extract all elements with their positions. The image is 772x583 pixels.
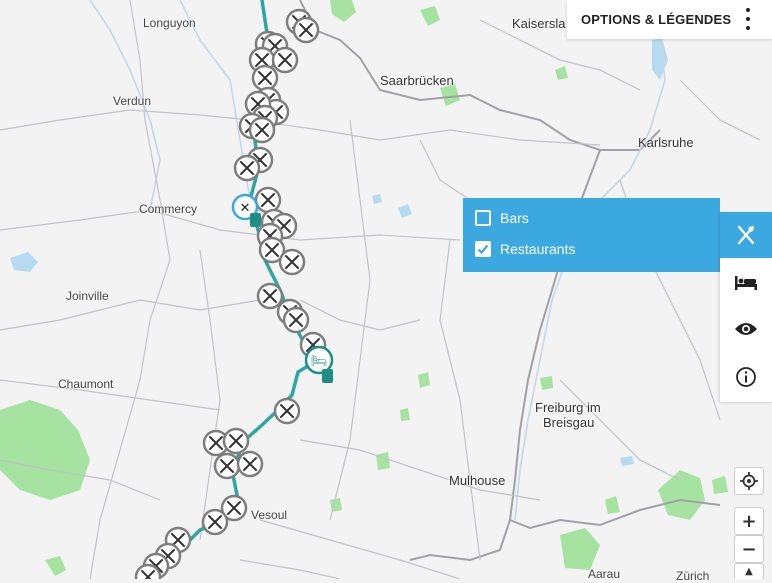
city-label-joinville: Joinville bbox=[66, 289, 109, 303]
restaurant-marker[interactable] bbox=[134, 563, 162, 579]
restaurant-marker[interactable] bbox=[222, 427, 250, 455]
restaurant-marker[interactable] bbox=[271, 46, 299, 74]
crosshair-icon bbox=[740, 472, 758, 490]
restaurant-marker[interactable] bbox=[278, 248, 306, 276]
restaurant-marker[interactable] bbox=[201, 508, 229, 536]
info-icon bbox=[736, 367, 756, 387]
poi-filter-panel: Bars Restaurants bbox=[463, 198, 720, 272]
restaurant-marker[interactable] bbox=[282, 306, 310, 334]
city-label-freiburg-2: Breisgau bbox=[543, 415, 595, 430]
svg-text:🛏: 🛏 bbox=[311, 354, 328, 369]
checkbox-restaurants[interactable] bbox=[475, 241, 491, 257]
filter-restaurants-label: Restaurants bbox=[500, 241, 576, 257]
city-label-commercy: Commercy bbox=[139, 202, 198, 216]
options-legend-bar[interactable]: OPTIONS & LÉGENDES bbox=[567, 0, 772, 39]
restaurant-marker[interactable] bbox=[273, 397, 301, 425]
locate-button[interactable] bbox=[734, 467, 764, 495]
svg-text:✕: ✕ bbox=[240, 201, 251, 216]
filter-bars[interactable]: Bars bbox=[475, 210, 529, 226]
restaurant-marker[interactable] bbox=[256, 282, 284, 310]
city-label-mulhouse: Mulhouse bbox=[449, 473, 506, 488]
bed-icon bbox=[735, 276, 757, 290]
city-label-verdun: Verdun bbox=[113, 94, 152, 108]
zoom-out-button[interactable]: − bbox=[734, 535, 764, 563]
city-label-chaumont: Chaumont bbox=[58, 377, 114, 391]
city-label-longuyon: Longuyon bbox=[143, 16, 196, 30]
city-label-freiburg-1: Freiburg im bbox=[535, 400, 601, 415]
more-vert-icon[interactable] bbox=[742, 8, 754, 30]
city-label-zurich: Zürich bbox=[676, 569, 710, 583]
tab-visibility[interactable] bbox=[720, 306, 772, 352]
restaurant-marker[interactable] bbox=[292, 16, 320, 44]
tab-restaurants[interactable] bbox=[720, 212, 772, 258]
city-label-saarbrucken: Saarbrücken bbox=[380, 73, 454, 88]
city-label-vesoul: Vesoul bbox=[251, 508, 288, 522]
city-label-kaiserslautern: Kaisersla bbox=[512, 16, 566, 31]
restaurant-marker[interactable] bbox=[236, 450, 264, 478]
tab-info[interactable] bbox=[720, 354, 772, 400]
restaurant-marker[interactable] bbox=[233, 154, 261, 182]
filter-restaurants[interactable]: Restaurants bbox=[475, 241, 575, 257]
restaurant-marker[interactable] bbox=[254, 186, 282, 214]
city-label-karlsruhe: Karlsruhe bbox=[638, 135, 694, 150]
restaurant-marker[interactable] bbox=[251, 64, 279, 92]
filter-bars-label: Bars bbox=[500, 210, 529, 226]
restaurant-marker[interactable] bbox=[248, 116, 276, 144]
checkbox-bars[interactable] bbox=[475, 210, 491, 226]
eye-icon bbox=[735, 323, 757, 335]
zoom-in-button[interactable]: + bbox=[734, 507, 764, 535]
side-tab-bar bbox=[720, 212, 772, 402]
checkmark-icon bbox=[477, 244, 489, 255]
tab-lodging[interactable] bbox=[720, 260, 772, 306]
options-legend-label: OPTIONS & LÉGENDES bbox=[581, 12, 732, 27]
restaurant-marker[interactable] bbox=[213, 452, 241, 480]
scroll-up-button[interactable]: ▲ bbox=[734, 563, 764, 579]
fork-knife-icon bbox=[737, 225, 755, 245]
